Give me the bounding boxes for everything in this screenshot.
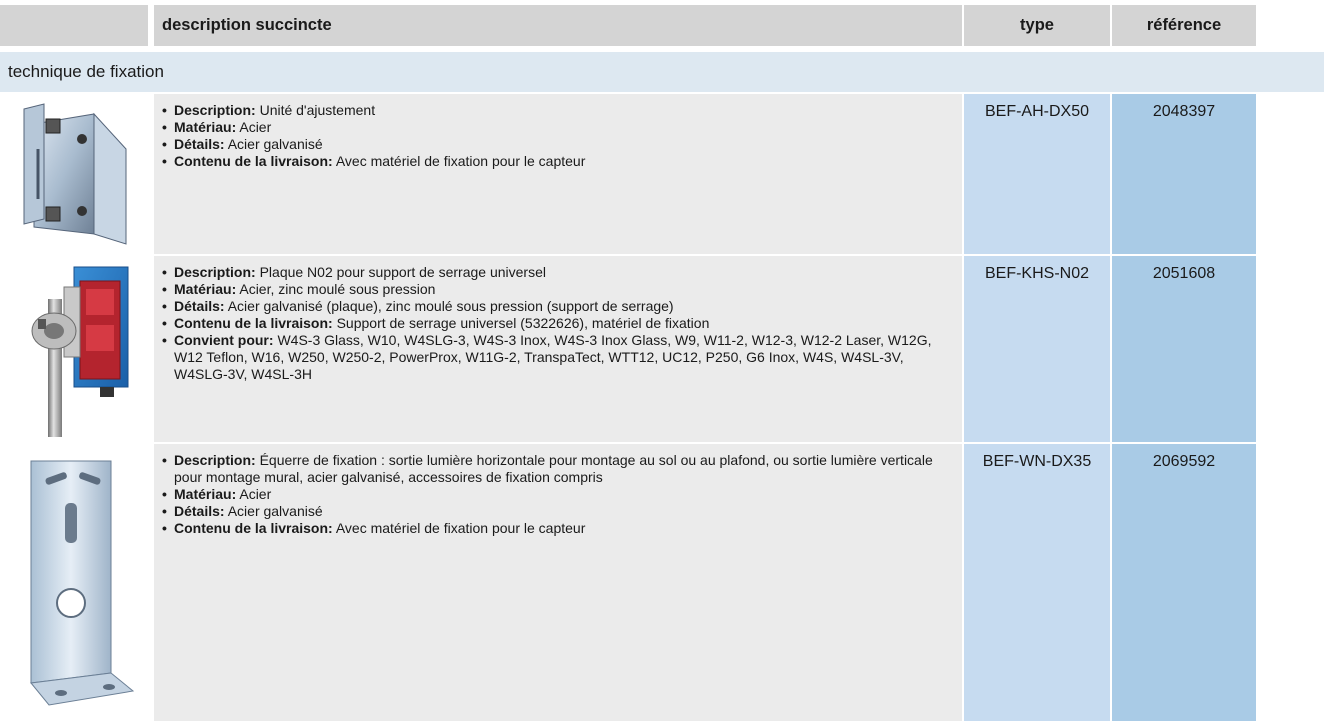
list-item: Matériau: Acier	[162, 119, 952, 136]
list-item: Détails: Acier galvanisé	[162, 503, 952, 520]
product-description: Description: Équerre de fixation : sorti…	[154, 444, 962, 721]
mounting-bracket-icon	[30, 460, 135, 706]
list-item: Description: Unité d'ajustement	[162, 102, 952, 119]
product-description: Description: Unité d'ajustement Matériau…	[154, 94, 962, 254]
product-type: BEF-AH-DX50	[964, 94, 1110, 254]
product-image	[0, 256, 148, 442]
table-row: Description: Unité d'ajustement Matériau…	[0, 94, 1324, 254]
header-reference: référence	[1112, 5, 1256, 46]
product-description: Description: Plaque N02 pour support de …	[154, 256, 962, 442]
list-item: Détails: Acier galvanisé (plaque), zinc …	[162, 298, 952, 315]
header-image-column	[0, 5, 148, 46]
product-image	[0, 444, 148, 721]
list-item: Convient pour: W4S-3 Glass, W10, W4SLG-3…	[162, 332, 952, 383]
product-type: BEF-KHS-N02	[964, 256, 1110, 442]
list-item: Détails: Acier galvanisé	[162, 136, 952, 153]
product-reference: 2069592	[1112, 444, 1256, 721]
list-item: Description: Équerre de fixation : sorti…	[162, 452, 952, 486]
list-item: Matériau: Acier, zinc moulé sous pressio…	[162, 281, 952, 298]
clamp-holder-plate-icon	[31, 266, 129, 437]
header-description: description succincte	[154, 5, 962, 46]
section-title: technique de fixation	[0, 52, 1324, 92]
table-row: Description: Plaque N02 pour support de …	[0, 256, 1324, 442]
product-image	[0, 94, 148, 254]
list-item: Contenu de la livraison: Avec matériel d…	[162, 520, 952, 537]
list-item: Contenu de la livraison: Support de serr…	[162, 315, 952, 332]
accessories-table-page: description succincte type référence tec…	[0, 0, 1324, 721]
product-type: BEF-WN-DX35	[964, 444, 1110, 721]
list-item: Description: Plaque N02 pour support de …	[162, 264, 952, 281]
product-reference: 2051608	[1112, 256, 1256, 442]
list-item: Matériau: Acier	[162, 486, 952, 503]
header-type: type	[964, 5, 1110, 46]
product-reference: 2048397	[1112, 94, 1256, 254]
adjustment-unit-bracket-icon	[23, 103, 127, 245]
list-item: Contenu de la livraison: Avec matériel d…	[162, 153, 952, 170]
table-row: Description: Équerre de fixation : sorti…	[0, 444, 1324, 721]
table-header: description succincte type référence	[0, 5, 1324, 46]
